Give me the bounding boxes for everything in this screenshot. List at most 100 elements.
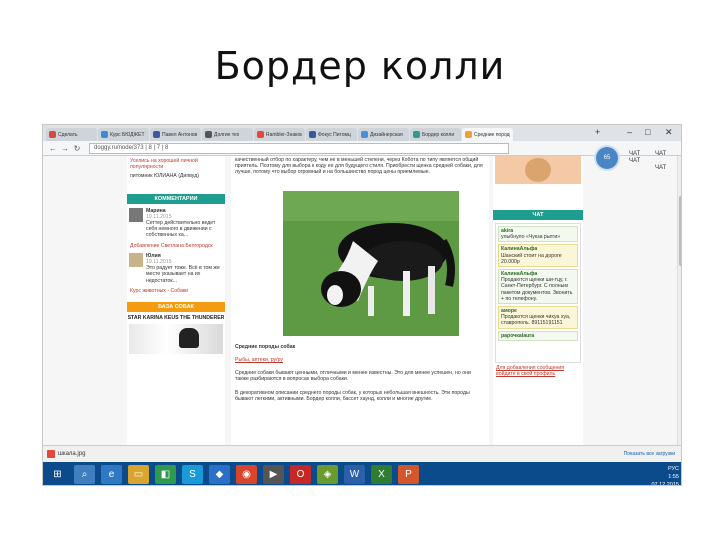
forward-icon[interactable]: → — [59, 143, 71, 154]
search-icon[interactable]: ⌕ — [74, 465, 95, 484]
extension-badge[interactable]: 65 — [596, 147, 618, 169]
store-icon[interactable]: ◧ — [155, 465, 176, 484]
chat-message: КалинаАльфа Шанский стоит на дороге 20.0… — [498, 244, 578, 268]
tab-favicon-icon — [465, 131, 472, 138]
comment-link[interactable]: Добавление Светлана Белгородск — [130, 243, 222, 249]
right-column: ЧАТ akira улыбнуло «Чукза рыгги» КалинаА… — [493, 156, 583, 445]
word-icon[interactable]: W — [344, 465, 365, 484]
browser-tab[interactable]: Дизайнерская — [358, 128, 409, 141]
section-heading: Средние породы собак — [235, 344, 296, 350]
page-scrollbar[interactable] — [677, 156, 681, 445]
dog-icon — [525, 158, 551, 182]
paragraph: Средние собаки бывают ценными, отличными… — [235, 370, 471, 383]
chat-text: улыбнуло «Чукза рыгги» — [501, 234, 561, 241]
reload-icon[interactable]: ↻ — [71, 143, 83, 154]
chat-author[interactable]: рарочкаlaura — [501, 333, 575, 339]
download-filename: шкала.jpg — [58, 451, 86, 457]
browser-tab-active[interactable]: Средние породы — [462, 128, 513, 141]
tab-favicon-icon — [309, 131, 316, 138]
border-collie-photo — [283, 191, 459, 336]
avatar — [129, 252, 143, 267]
chat-message: akira улыбнуло «Чукза рыгги» — [498, 226, 578, 243]
tab-label: Средние породы — [474, 131, 510, 138]
browser-tab[interactable]: Павел Антонов — [150, 128, 201, 141]
chat-footer-link[interactable]: Для добавления сообщения войдите в свой … — [496, 365, 580, 377]
new-tab-icon[interactable]: + — [595, 127, 600, 137]
top-link[interactable]: Уселись на хорошей личной популярности — [130, 158, 222, 170]
ad-image[interactable] — [495, 156, 581, 184]
tab-label: Курс БЮДЖЕТ — [110, 131, 145, 138]
section-link[interactable]: Рыбы, аптеки, ру/ру — [235, 357, 283, 363]
browser-tab[interactable]: Долгие тех — [202, 128, 253, 141]
chat-message: рарочкаlaura — [498, 330, 578, 341]
tab-bar: Сделать Курс БЮДЖЕТ Павел Антонов Долгие… — [43, 125, 681, 141]
intro-text: качественный отбор по характеру, чем не … — [235, 157, 483, 176]
tab-favicon-icon — [413, 131, 420, 138]
promo-text[interactable]: STAR KARINA KEUS THE THUNDERER — [127, 315, 225, 321]
folder-icon[interactable]: ▭ — [128, 465, 149, 484]
start-button[interactable]: ⊞ — [47, 465, 68, 484]
browser-tab[interactable]: Бордер колли — [410, 128, 461, 141]
close-icon[interactable]: ✕ — [665, 127, 673, 138]
tab-label: Дизайнерская — [370, 131, 403, 138]
promo-header: БАЗА СОБАК — [127, 302, 225, 313]
tray-lang: РУС — [667, 466, 679, 472]
extension-label[interactable]: ЧАТ — [629, 151, 640, 157]
browser-screenshot: Сделать Курс БЮДЖЕТ Павел Антонов Долгие… — [42, 124, 682, 486]
chrome-icon[interactable]: ◉ — [236, 465, 257, 484]
tray-time: 1:55 — [668, 474, 679, 480]
tab-label: Бордер колли — [422, 131, 455, 138]
main-content: качественный отбор по характеру, чем не … — [231, 156, 489, 445]
ie-icon[interactable]: e — [101, 465, 122, 484]
maximize-icon[interactable]: □ — [645, 127, 650, 137]
top-author: питомник ЮЛИАНА (Дипвуд) — [130, 173, 199, 180]
chat-message: аморе Продаются щенки чихуа хуа, ставроп… — [498, 306, 578, 329]
chat-text: Продаются щенки чихуа хуа, ставрополь. 8… — [501, 314, 571, 327]
browser-tab[interactable]: Фокус Питомц — [306, 128, 357, 141]
dropbox-icon[interactable]: ◆ — [209, 465, 230, 484]
tab-favicon-icon — [205, 131, 212, 138]
comment-link[interactable]: Курс животных - Собаки — [130, 288, 222, 294]
left-column: Уселись на хорошей личной популярности п… — [127, 156, 225, 445]
browser-tab[interactable]: Rambler-Знаком — [254, 128, 305, 141]
web-page: Уселись на хорошей личной популярности п… — [43, 156, 681, 445]
address-bar: ← → ↻ doggy.ru/node/373 | 8 | 7 | 8 — [43, 141, 681, 156]
tab-favicon-icon — [153, 131, 160, 138]
tab-label: Rambler-Знаком — [266, 131, 302, 138]
system-tray[interactable]: РУС 1:55 07.12.2015 — [651, 465, 679, 485]
skype-icon[interactable]: S — [182, 465, 203, 484]
opera-icon[interactable]: O — [290, 465, 311, 484]
back-icon[interactable]: ← — [47, 143, 59, 154]
tab-label: Сделать — [58, 131, 78, 138]
extension-label[interactable]: ЧАТ — [655, 151, 666, 157]
promo-image[interactable] — [129, 324, 223, 355]
download-item[interactable]: шкала.jpg — [47, 450, 85, 458]
chat-text: Шанский стоит на дороге 20.000р — [501, 252, 562, 265]
photo-icon[interactable]: ◈ — [317, 465, 338, 484]
avatar — [129, 207, 143, 222]
tab-favicon-icon — [361, 131, 368, 138]
file-icon — [47, 450, 55, 458]
browser-tab[interactable]: Сделать — [46, 128, 97, 141]
chat-message: КалинаАльфа Продаются щенки ши-тцу, г. С… — [498, 269, 578, 305]
scrollbar-thumb[interactable] — [679, 196, 681, 266]
tab-favicon-icon — [101, 131, 108, 138]
powerpoint-icon[interactable]: P — [398, 465, 419, 484]
chat-text: Продаются щенки ши-тцу, г. Санкт-Петербу… — [501, 277, 573, 302]
excel-icon[interactable]: X — [371, 465, 392, 484]
extension-label[interactable]: ЧАТ — [629, 158, 640, 164]
comments-header: КОММЕНТАРИИ — [127, 193, 225, 204]
chat-box: akira улыбнуло «Чукза рыгги» КалинаАльфа… — [495, 223, 581, 363]
url-field[interactable]: doggy.ru/node/373 | 8 | 7 | 8 — [89, 142, 509, 154]
dog-icon — [179, 328, 199, 349]
browser-tab[interactable]: Курс БЮДЖЕТ — [98, 128, 149, 141]
comment-item: Юлия 19.11.2015 Это радует тоже. Всё в т… — [129, 252, 223, 284]
download-bar: шкала.jpg Показать все загрузки — [43, 445, 681, 462]
media-icon[interactable]: ▶ — [263, 465, 284, 484]
extension-label[interactable]: ЧАТ — [655, 165, 666, 171]
tab-favicon-icon — [257, 131, 264, 138]
comment-text: Сеттер действительно ведет себя немного … — [146, 220, 216, 239]
show-all-downloads-link[interactable]: Показать все загрузки — [624, 451, 675, 457]
comment-text: Это радует тоже. Всё в том же месте указ… — [146, 265, 220, 284]
minimize-icon[interactable]: – — [627, 127, 632, 137]
